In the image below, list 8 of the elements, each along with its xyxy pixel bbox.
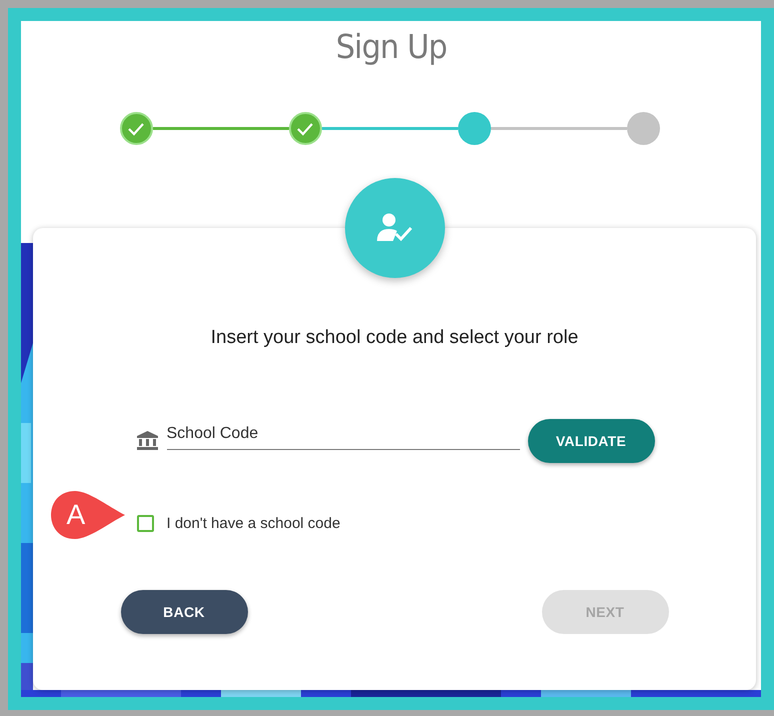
validate-button[interactable]: VALIDATE <box>528 419 654 463</box>
checkbox[interactable] <box>136 515 154 532</box>
bank-icon <box>136 431 158 451</box>
page-title: Sign Up <box>336 27 446 67</box>
callout-marker: A <box>48 489 126 541</box>
checkbox-label: I don't have a school code <box>166 515 340 532</box>
back-button[interactable]: BACK <box>120 590 248 634</box>
instruction-text: Insert your school code and select your role <box>210 326 580 350</box>
